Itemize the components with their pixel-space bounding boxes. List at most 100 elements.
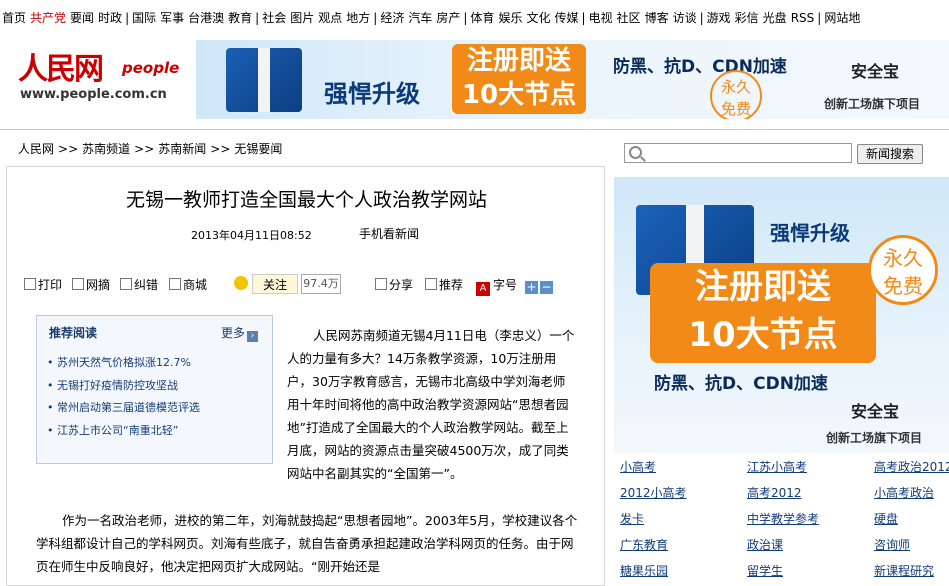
nav-link[interactable]: 教育 bbox=[226, 11, 254, 25]
font-decrease-button[interactable]: − bbox=[540, 281, 554, 294]
nav-link[interactable]: 社区 bbox=[615, 11, 643, 25]
nav-link[interactable]: 台港澳 bbox=[186, 11, 226, 25]
side-link[interactable]: 新课程研究 bbox=[874, 562, 934, 579]
top-banner-ad[interactable]: 强悍升级 注册即送 10大节点 防黑、抗D、CDN加速 永久 免费 安全宝 创新… bbox=[196, 40, 949, 119]
font-increase-button[interactable]: + bbox=[525, 281, 539, 294]
nav-link[interactable]: 时政 bbox=[96, 11, 124, 25]
side-ad-badge: 永久 免费 bbox=[868, 235, 938, 305]
side-link[interactable]: 硬盘 bbox=[874, 510, 898, 527]
breadcrumb-item[interactable]: 无锡要闻 bbox=[234, 142, 282, 156]
nav-link[interactable]: 博客 bbox=[643, 11, 671, 25]
nav-link[interactable]: 体育 bbox=[468, 11, 496, 25]
nav-link[interactable]: 共产党 bbox=[28, 11, 68, 25]
nav-link[interactable]: 电视 bbox=[587, 11, 615, 25]
share-button[interactable]: 分享 bbox=[375, 275, 413, 295]
nav-link[interactable]: 经济 bbox=[378, 11, 406, 25]
more-link[interactable]: 更多 › bbox=[221, 324, 259, 342]
people-logo[interactable]: 人民网 people www.people.com.cn bbox=[18, 44, 188, 104]
breadcrumb-item[interactable]: 苏南频道 bbox=[82, 142, 130, 156]
bookmark-button[interactable]: 网摘 bbox=[72, 275, 110, 295]
gift-box-icon bbox=[226, 48, 302, 112]
list-item[interactable]: 苏州天然气价格拟涨12.7% bbox=[47, 352, 200, 375]
side-link[interactable]: 发卡 bbox=[620, 510, 644, 527]
list-item[interactable]: 常州启动第三届道德模范评选 bbox=[47, 397, 200, 420]
nav-link[interactable]: 地方 bbox=[344, 11, 372, 25]
nav-link[interactable]: 要闻 bbox=[68, 11, 96, 25]
nav-link[interactable]: 访谈 bbox=[671, 11, 699, 25]
banner-tagline: 创新工场旗下项目 bbox=[824, 97, 921, 111]
nav-link[interactable]: 光盘 bbox=[761, 11, 789, 25]
nav-link[interactable]: 图片 bbox=[288, 11, 316, 25]
side-link[interactable]: 中学教学参考 bbox=[747, 510, 819, 527]
banner-badge-line1: 永久 bbox=[720, 78, 751, 96]
bookmark-label: 网摘 bbox=[86, 278, 111, 292]
font-size-icon: A bbox=[476, 282, 490, 296]
recommend-label: 推荐 bbox=[439, 278, 464, 292]
search-icon bbox=[629, 146, 642, 159]
side-link[interactable]: 糖果乐园 bbox=[620, 562, 668, 579]
side-link[interactable]: 高考政治2012 bbox=[874, 458, 949, 475]
nav-link[interactable]: 社会 bbox=[260, 11, 288, 25]
list-item[interactable]: 江苏上市公司“南重北轻” bbox=[47, 420, 200, 443]
nav-link[interactable]: 娱乐 bbox=[496, 11, 524, 25]
recommend-button[interactable]: 推荐 bbox=[425, 275, 463, 295]
nav-link[interactable]: 首页 bbox=[0, 11, 28, 25]
article-title: 无锡一教师打造全国最大个人政治教学网站 bbox=[125, 189, 487, 211]
side-link[interactable]: 小高考政治 bbox=[874, 484, 934, 501]
banner-brand: 安全宝 bbox=[851, 62, 900, 81]
breadcrumb-item[interactable]: 苏南新闻 bbox=[158, 142, 206, 156]
list-item[interactable]: 无锡打好疫情防控攻坚战 bbox=[47, 375, 200, 398]
side-link[interactable]: 留学生 bbox=[747, 562, 783, 579]
article-datetime: 2013年04月11日08:52 bbox=[191, 229, 312, 242]
side-link[interactable]: 江苏小高考 bbox=[747, 458, 807, 475]
nav-separator: | bbox=[581, 11, 586, 25]
banner-badge: 永久 免费 bbox=[710, 70, 762, 119]
side-link[interactable]: 政治课 bbox=[747, 536, 783, 553]
printer-icon bbox=[24, 278, 36, 290]
nav-link[interactable]: 观点 bbox=[316, 11, 344, 25]
side-link[interactable]: 2012小高考 bbox=[620, 484, 687, 501]
cart-icon bbox=[169, 278, 181, 290]
mobile-news-link[interactable]: 手机看新闻 bbox=[359, 225, 419, 242]
side-link[interactable]: 高考2012 bbox=[747, 484, 802, 501]
recommended-list: 苏州天然气价格拟涨12.7% 无锡打好疫情防控攻坚战 常州启动第三届道德模范评选… bbox=[47, 352, 200, 442]
nav-link[interactable]: RSS bbox=[789, 11, 817, 25]
side-ad-slogan: 强悍升级 bbox=[770, 221, 850, 245]
nav-link[interactable]: 游戏 bbox=[705, 11, 733, 25]
article-panel: 无锡一教师打造全国最大个人政治教学网站 2013年04月11日08:52 手机看… bbox=[6, 166, 605, 586]
nav-link[interactable]: 传媒 bbox=[552, 11, 580, 25]
nav-link[interactable]: 文化 bbox=[524, 11, 552, 25]
article-paragraph: 人民网苏南频道无锡4月11日电（李忠义）一个人的力量有多大？14万条教学资源，1… bbox=[287, 324, 577, 485]
shop-button[interactable]: 商城 bbox=[169, 275, 207, 295]
nav-link[interactable]: 国际 bbox=[130, 11, 158, 25]
side-banner-ad[interactable]: 强悍升级 注册即送 10大节点 永久 免费 防黑、抗D、CDN加速 安全宝 创新… bbox=[614, 177, 949, 453]
banner-slogan: 强悍升级 bbox=[324, 80, 420, 108]
nav-link[interactable]: 汽车 bbox=[406, 11, 434, 25]
article-paragraph-1: 人民网苏南频道无锡4月11日电（李忠义）一个人的力量有多大？14万条教学资源，1… bbox=[287, 328, 575, 481]
news-search-button[interactable]: 新闻搜索 bbox=[857, 144, 923, 164]
side-ad-badge-line2: 免费 bbox=[883, 274, 923, 298]
print-button[interactable]: 打印 bbox=[24, 275, 62, 295]
follow-count: 97.4万 bbox=[301, 274, 341, 294]
nav-link[interactable]: 网站地 bbox=[822, 11, 862, 25]
banner-offer: 注册即送 10大节点 bbox=[452, 44, 586, 114]
banner-offer-line2: 10大节点 bbox=[461, 80, 577, 110]
side-ad-brand: 安全宝 bbox=[851, 402, 900, 421]
mail-icon bbox=[425, 278, 437, 290]
breadcrumb: 人民网 >> 苏南频道 >> 苏南新闻 >> 无锡要闻 bbox=[18, 140, 282, 158]
nav-link[interactable]: 彩信 bbox=[733, 11, 761, 25]
nav-link[interactable]: 军事 bbox=[158, 11, 186, 25]
logo-brand: 人民网 bbox=[18, 52, 104, 87]
search-input[interactable] bbox=[624, 143, 852, 163]
side-link[interactable]: 小高考 bbox=[620, 458, 656, 475]
logo-url: www.people.com.cn bbox=[20, 87, 167, 102]
nav-separator: | bbox=[699, 11, 704, 25]
side-link[interactable]: 广东教育 bbox=[620, 536, 668, 553]
side-link[interactable]: 咨询师 bbox=[874, 536, 910, 553]
side-ad-badge-line1: 永久 bbox=[883, 246, 923, 270]
nav-link[interactable]: 房产 bbox=[434, 11, 462, 25]
follow-button[interactable]: 关注 bbox=[252, 274, 298, 294]
banner-features: 防黑、抗D、CDN加速 bbox=[613, 57, 787, 77]
error-report-button[interactable]: 纠错 bbox=[120, 275, 158, 295]
breadcrumb-item[interactable]: 人民网 bbox=[18, 142, 54, 156]
